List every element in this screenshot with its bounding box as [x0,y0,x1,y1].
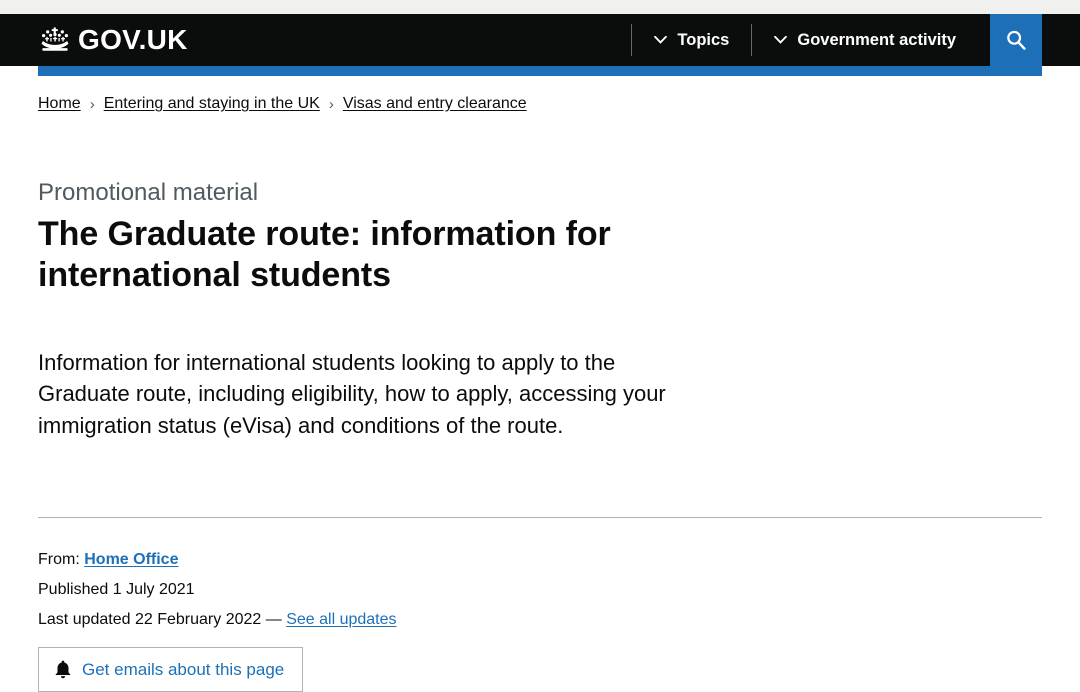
nav-item-topics[interactable]: Topics [631,24,751,56]
document-type-label: Promotional material [38,178,259,206]
blue-accent-bar [38,66,1042,76]
page-top-gutter [0,0,1080,14]
breadcrumb-item-visas-and-entry-clearance[interactable]: Visas and entry clearance [343,94,527,115]
nav-item-government-activity-label: Government activity [797,30,956,49]
get-emails-button-label: Get emails about this page [82,660,285,679]
crown-icon [38,27,72,53]
last-updated-date: 22 February 2022 [134,611,262,629]
govuk-header: GOV.UK Topics Government activity [0,14,1080,66]
breadcrumb-separator-icon: › [328,95,334,113]
last-updated-label: Last updated [38,611,131,629]
search-icon [1005,29,1027,51]
published-label: Published [38,581,109,599]
page-content: Home › Entering and staying in the UK › … [38,76,1042,692]
metadata-last-updated-row: Last updated 22 February 2022 — See all … [38,610,397,629]
metadata-divider [38,517,1042,518]
nav-item-topics-label: Topics [677,30,730,49]
metadata-published-row: Published 1 July 2021 [38,580,397,599]
metadata-from-row: From: Home Office [38,550,397,569]
breadcrumb-separator-icon: › [89,95,95,113]
bell-icon [55,660,71,679]
document-metadata: From: Home Office Published 1 July 2021 … [38,550,397,630]
govuk-logo-text: GOV.UK [78,24,188,55]
published-date: 1 July 2021 [112,581,195,599]
page-title: The Graduate route: information for inte… [38,214,611,295]
blue-accent-bar-wrapper [38,66,1042,76]
organisation-link-home-office[interactable]: Home Office [84,551,178,568]
page-description: Information for international students l… [38,349,666,439]
get-emails-button[interactable]: Get emails about this page [38,647,304,692]
govuk-logo-link[interactable]: GOV.UK [38,26,188,54]
see-all-updates-link[interactable]: See all updates [286,611,396,628]
chevron-down-icon [774,36,788,44]
breadcrumb-item-home[interactable]: Home [38,94,81,115]
nav-item-government-activity[interactable]: Government activity [751,24,978,56]
chevron-down-icon [654,36,668,44]
from-label: From: [38,551,80,568]
title-block: Promotional material The Graduate route:… [38,115,698,297]
breadcrumb-item-entering-and-staying[interactable]: Entering and staying in the UK [104,94,320,115]
search-button[interactable] [990,14,1042,66]
header-navigation: Topics Government activity [631,14,1042,66]
header-inner: GOV.UK Topics Government activity [38,14,1042,66]
breadcrumb: Home › Entering and staying in the UK › … [38,76,1042,115]
metadata-dash: — [265,611,282,629]
